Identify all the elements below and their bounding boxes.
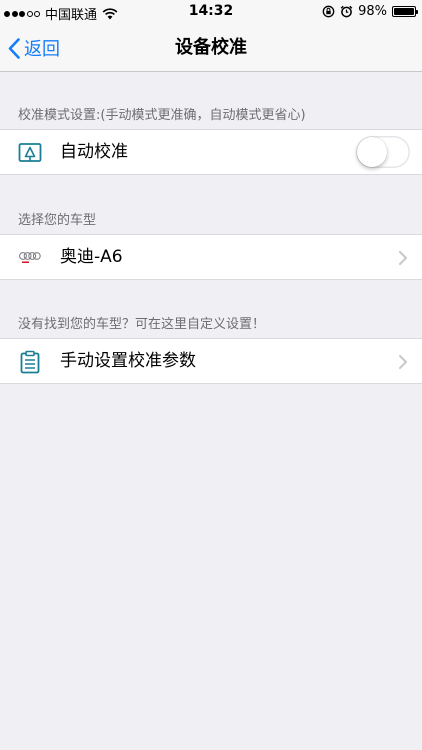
- alarm-icon: [340, 5, 353, 18]
- battery-fill: [394, 8, 414, 15]
- toggle-knob: [357, 137, 387, 167]
- status-bar: 中国联通 14:32 98%: [0, 0, 422, 24]
- battery-icon: [392, 6, 418, 17]
- manual-calibration-label: 手动设置校准参数: [60, 351, 196, 371]
- auto-calibration-toggle[interactable]: [356, 136, 410, 168]
- auto-calibration-label: 自动校准: [60, 142, 128, 162]
- auto-calibration-icon: [18, 143, 42, 162]
- manual-calibration-row[interactable]: 手动设置校准参数: [0, 338, 422, 384]
- chevron-right-icon: [399, 355, 407, 369]
- navigation-bar: 返回 设备校准: [0, 24, 422, 72]
- battery-percent: 98%: [358, 4, 387, 19]
- car-model-label: 奥迪-A6: [60, 247, 123, 267]
- custom-settings-header: 没有找到您的车型？可在这里自定义设置！: [18, 317, 266, 332]
- device-calibration-screen: 中国联通 14:32 98% 返回 设备校准 校准模式设置:(手动模式更准确，自…: [0, 0, 422, 750]
- status-right: 98%: [322, 4, 418, 19]
- audi-rings-icon: [19, 252, 41, 263]
- chevron-right-icon: [399, 251, 407, 265]
- clipboard-icon: [20, 350, 40, 374]
- calibration-mode-header: 校准模式设置:(手动模式更准确，自动模式更省心): [18, 108, 306, 123]
- page-title: 设备校准: [175, 37, 247, 58]
- rotation-lock-icon: [322, 5, 335, 18]
- auto-calibration-row: 自动校准: [0, 129, 422, 175]
- car-model-row[interactable]: 奥迪-A6: [0, 234, 422, 280]
- car-model-header: 选择您的车型: [18, 213, 97, 228]
